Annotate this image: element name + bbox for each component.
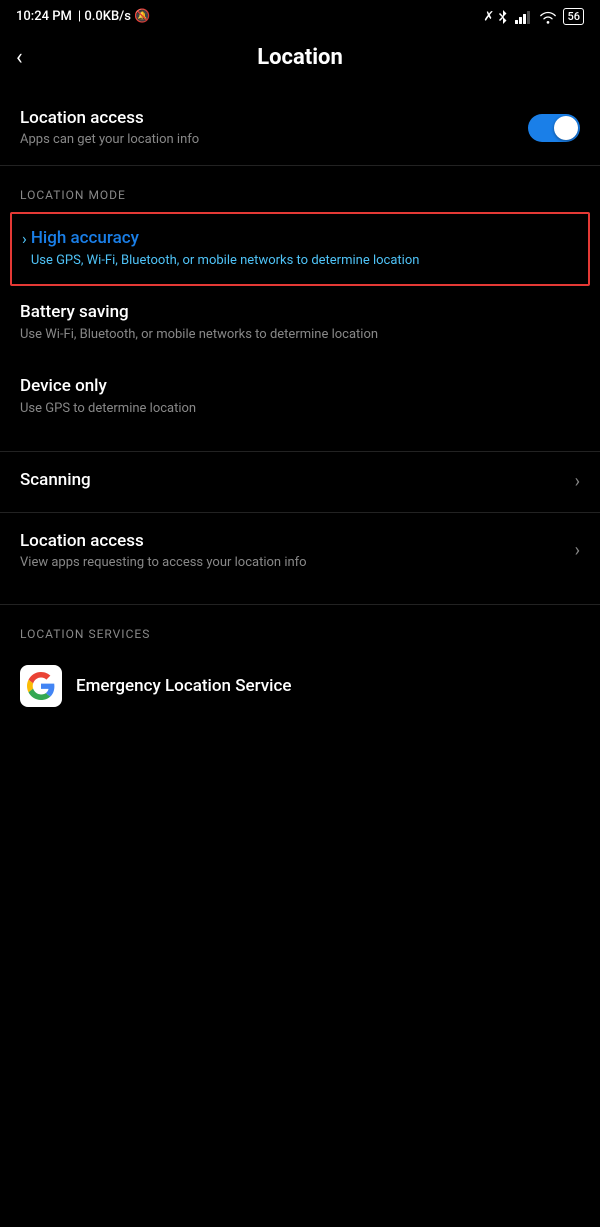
status-right: ✗ 56 [483, 8, 584, 25]
status-left: 10:24 PM | 0.0KB/s 🔕 [16, 9, 150, 24]
google-g-icon [27, 672, 55, 700]
location-services-section-label: LOCATION SERVICES [0, 605, 600, 651]
battery-saving-title: Battery saving [20, 302, 378, 322]
location-access-text: Location access Apps can get your locati… [20, 108, 199, 147]
location-access-apps-text: Location access View apps requesting to … [20, 531, 307, 570]
battery-icon: 56 [563, 8, 584, 25]
wifi-icon [539, 9, 557, 24]
scanning-chevron-icon: › [575, 471, 580, 492]
location-access-toggle[interactable] [528, 114, 580, 142]
battery-saving-text: Battery saving Use Wi-Fi, Bluetooth, or … [20, 302, 378, 344]
location-mode-section-label: LOCATION MODE [0, 166, 600, 212]
header: ‹ Location [0, 29, 600, 90]
emergency-location-service-item[interactable]: Emergency Location Service [0, 651, 600, 721]
high-accuracy-title: High accuracy [31, 228, 420, 248]
high-accuracy-subtitle: Use GPS, Wi-Fi, Bluetooth, or mobile net… [31, 252, 420, 270]
location-access-title: Location access [20, 108, 199, 128]
mode-item-high-accuracy[interactable]: › High accuracy Use GPS, Wi-Fi, Bluetoot… [10, 212, 590, 286]
bluetooth-icon: ✗ [483, 9, 509, 25]
device-only-text: Device only Use GPS to determine locatio… [20, 376, 196, 418]
scanning-text: Scanning [20, 470, 91, 494]
high-accuracy-text: High accuracy Use GPS, Wi-Fi, Bluetooth,… [31, 228, 420, 270]
google-service-icon [20, 665, 62, 707]
time: 10:24 PM [16, 9, 72, 24]
battery-saving-subtitle: Use Wi-Fi, Bluetooth, or mobile networks… [20, 326, 378, 344]
page-title: Location [257, 45, 343, 70]
mode-item-device-only[interactable]: Device only Use GPS to determine locatio… [0, 360, 600, 434]
scanning-title: Scanning [20, 470, 91, 490]
emergency-location-service-title: Emergency Location Service [76, 676, 292, 696]
location-access-apps-nav-item[interactable]: Location access View apps requesting to … [0, 513, 600, 588]
status-bar: 10:24 PM | 0.0KB/s 🔕 ✗ [0, 0, 600, 29]
location-access-row: Location access Apps can get your locati… [0, 90, 600, 165]
mode-item-battery-saving[interactable]: Battery saving Use Wi-Fi, Bluetooth, or … [0, 286, 600, 360]
scanning-nav-item[interactable]: Scanning › [0, 452, 600, 512]
location-access-apps-chevron-icon: › [575, 540, 580, 561]
device-only-title: Device only [20, 376, 196, 396]
location-access-subtitle: Apps can get your location info [20, 132, 199, 147]
network-speed: | 0.0KB/s 🔕 [78, 9, 150, 24]
signal-icon [515, 9, 533, 24]
toggle-knob [554, 116, 578, 140]
back-button[interactable]: ‹ [16, 41, 31, 74]
device-only-subtitle: Use GPS to determine location [20, 400, 196, 418]
high-accuracy-chevron-icon: › [22, 229, 27, 248]
location-access-apps-title: Location access [20, 531, 307, 551]
location-access-apps-subtitle: View apps requesting to access your loca… [20, 555, 307, 570]
